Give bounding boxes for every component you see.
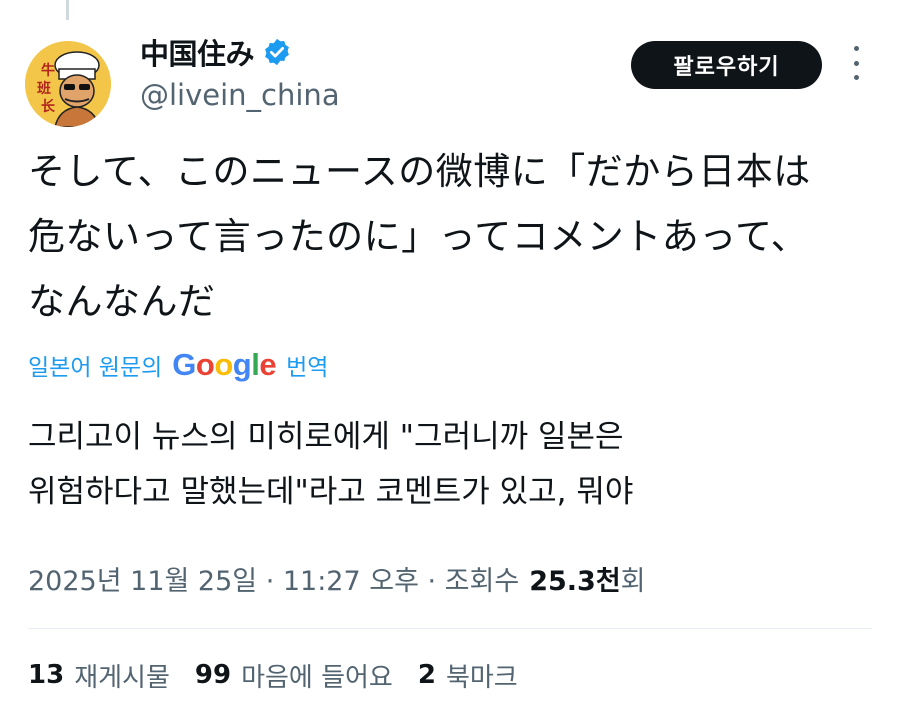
svg-text:长: 长 [41, 98, 56, 115]
reposts-count: 13 [28, 660, 65, 690]
engagement-stats: 13 재게시물 99 마음에 들어요 2 북마크 [28, 654, 543, 696]
author-block: 中国住み @livein_china [140, 30, 340, 112]
views-suffix: 회 [620, 565, 646, 597]
thread-line [66, 0, 69, 20]
translation-label-prefix: 일본어 원문의 [28, 355, 163, 381]
divider [28, 628, 872, 629]
more-options-icon[interactable] [849, 46, 863, 80]
follow-button[interactable]: 팔로우하기 [631, 41, 822, 89]
likes-label: 마음에 들어요 [241, 662, 393, 693]
verified-badge-icon[interactable] [262, 37, 292, 67]
more-dot [853, 46, 859, 51]
tweet-text: そして、このニュースの微博に「だから日本は 危ないって言ったのに」ってコメントあ… [28, 150, 811, 323]
translation-label-suffix: 번역 [286, 355, 329, 381]
user-handle[interactable]: @livein_china [140, 78, 340, 112]
translated-text: 그리고이 뉴스의 미히로에게 "그러니까 일본은 위험하다고 말했는데"라고 코… [28, 419, 634, 510]
display-name[interactable]: 中国住み [140, 31, 255, 73]
bookmarks-count: 2 [417, 660, 436, 690]
svg-text:牛: 牛 [41, 62, 55, 79]
timestamp[interactable]: 2025년 11월 25일 · 11:27 오후 · 조회수 [28, 559, 519, 598]
more-dot [853, 60, 859, 66]
translation-label[interactable]: 일본어 원문의 Google 번역 [28, 345, 328, 385]
tweet-meta: 2025년 11월 25일 · 11:27 오후 · 조회수 25.3천 회 [28, 556, 646, 600]
likes-stat[interactable]: 99 마음에 들어요 [195, 657, 393, 694]
more-dot [853, 75, 859, 80]
likes-count: 99 [194, 660, 232, 690]
display-name-row: 中国住み [140, 30, 340, 74]
bookmarks-stat[interactable]: 2 북마크 [418, 657, 518, 694]
reposts-label: 재게시물 [74, 662, 170, 693]
avatar[interactable]: 牛 班 长 [25, 41, 111, 127]
google-logo-icon: Google [172, 347, 277, 382]
reposts-stat[interactable]: 13 재게시물 [28, 657, 170, 694]
svg-text:班: 班 [37, 80, 51, 97]
views-count: 25.3천 [529, 565, 621, 597]
avatar-image: 牛 班 长 [25, 41, 111, 127]
bookmarks-label: 북마크 [445, 662, 518, 693]
